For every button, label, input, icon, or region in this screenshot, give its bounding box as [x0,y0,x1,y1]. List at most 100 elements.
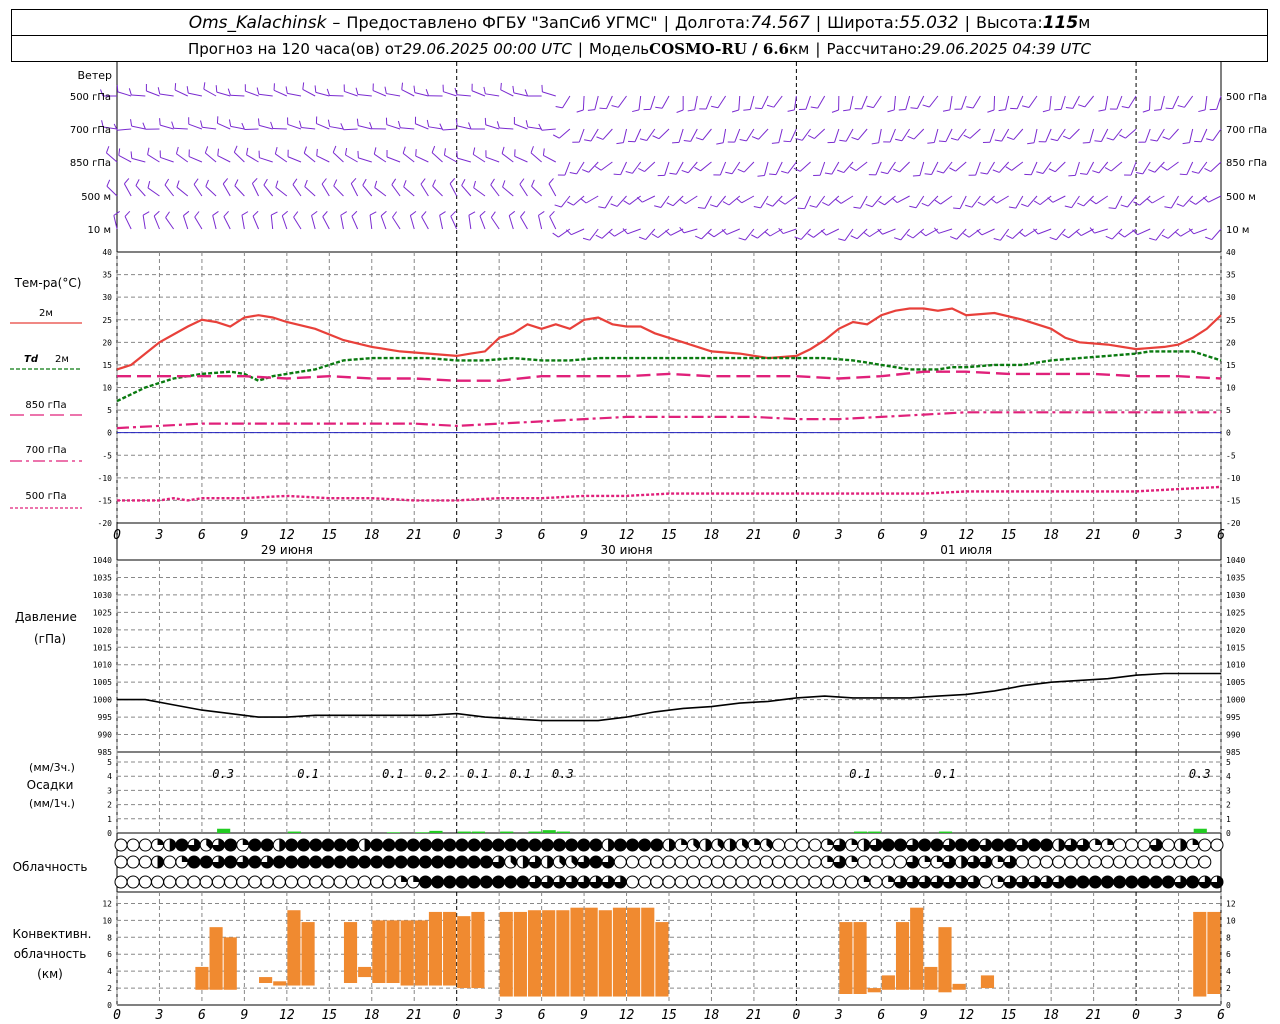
wind-barb-feather [880,171,888,175]
wind-barb [374,187,387,197]
temp-tick-label: 40 [102,248,112,257]
wind-barb-feather [938,140,946,143]
hour-tick-label: 18 [1043,528,1059,543]
wind-barb-feather [420,178,426,185]
cloud-fill [1125,876,1138,888]
wind-barb-feather [651,233,659,239]
cloud-fill [997,856,1004,862]
wind-barb-feather [613,173,621,176]
wind-barb [1052,195,1066,203]
wind-barb-feather [611,105,619,108]
wind-barb [490,217,500,230]
wind-barb [617,95,627,108]
wind-barb-feather [596,136,604,140]
wind-barb [273,89,288,97]
temp-tick-label-right: 30 [1226,293,1236,302]
cloud-symbol [114,875,128,889]
wind-barb-feather [118,148,121,156]
wind-barb [461,185,472,197]
bottom-hour-tick-label: 18 [364,1008,380,1023]
wind-barb [1112,128,1123,141]
cloud-symbol [796,875,810,889]
wind-barb-feather [142,211,150,216]
wind-barb [646,128,656,141]
cloud-fill [443,856,456,868]
temp-tick-label: -15 [98,496,113,505]
wind-barb [717,95,727,109]
wind-barb [782,228,797,235]
wind-barb [1001,128,1010,142]
cloud-symbol [772,855,786,869]
wind-barb [472,153,486,163]
wind-barb [690,128,698,142]
wind-barb-feather [980,172,988,175]
wind-barb [897,195,910,204]
bottom-hour-tick-label: 3 [834,1008,843,1023]
wind-barb [1074,161,1080,176]
wind-barb-feather [778,199,786,205]
wind-barb-feather [1202,196,1209,203]
wind-barb-feather [501,146,505,154]
bottom-hour-tick-label: 15 [321,1008,337,1023]
temp-tick-label-right: 20 [1226,338,1236,347]
wind-barb-feather [1179,173,1187,176]
cloud-fill [961,856,968,868]
cloud-symbol [1137,838,1151,852]
wind-barb-feather [1105,235,1113,240]
wind-barb-feather [1048,168,1056,173]
wind-barb-feather [1120,204,1128,208]
precip-3h-total: 0.1 [849,767,871,781]
wind-barb-feather [483,86,486,94]
cloud-fill [455,856,468,868]
wind-barb [744,228,755,241]
wind-barb-feather [891,197,898,203]
bottom-hour-tick-label: 18 [704,1008,720,1023]
precip-bar [542,830,556,833]
wind-barb-feather [1064,205,1072,209]
wind-barb-feather [311,210,318,216]
bottom-hour-tick-label: 18 [1043,1008,1059,1023]
cloud-fill [431,876,444,888]
precip-3h-total: 0.1 [510,767,532,781]
wind-barb [558,228,571,238]
wind-barb-feather [362,178,367,186]
cloud-symbol [747,855,761,869]
pressure-tick-label-right: 995 [1226,713,1241,722]
cloud-fill [334,856,347,868]
wind-barb-feather [1027,142,1035,145]
cloud-symbol [272,875,286,889]
wind-barb [1030,161,1038,175]
wind-barb-feather [538,211,545,216]
cloud-symbol [832,875,846,889]
wind-barb-feather [552,134,560,139]
wind-barb [861,95,868,110]
cloud-fill [681,839,688,845]
conv-bar [414,920,428,986]
wind-barb [1116,95,1123,110]
precip-bar [429,830,443,833]
wind-barb-feather [1006,136,1014,141]
wind-barb [421,216,429,230]
wind-barb-feather [1135,172,1143,175]
cloud-fill [522,856,529,868]
cloud-fill [1107,839,1114,845]
wind-barb [1094,228,1108,234]
pressure-tick-label: 990 [98,731,113,740]
wind-barb-feather [1118,232,1125,238]
wind-barb [502,186,514,197]
wind-barb-feather [810,106,818,109]
wind-barb-feather [837,169,844,174]
wind-barb [738,95,741,111]
wind-barb [1000,228,1010,241]
wind-barb [634,128,642,142]
cloud-fill [242,839,249,845]
wind-barb [801,128,811,141]
hour-tick-label: 15 [1001,528,1017,543]
wind-barb-feather [608,231,615,237]
wind-barb [1204,95,1208,110]
cloud-fill [924,856,931,862]
wind-barb [131,125,146,130]
wind-barb [165,217,175,230]
cloud-symbol [808,855,822,869]
wind-barb-feather [285,86,288,94]
